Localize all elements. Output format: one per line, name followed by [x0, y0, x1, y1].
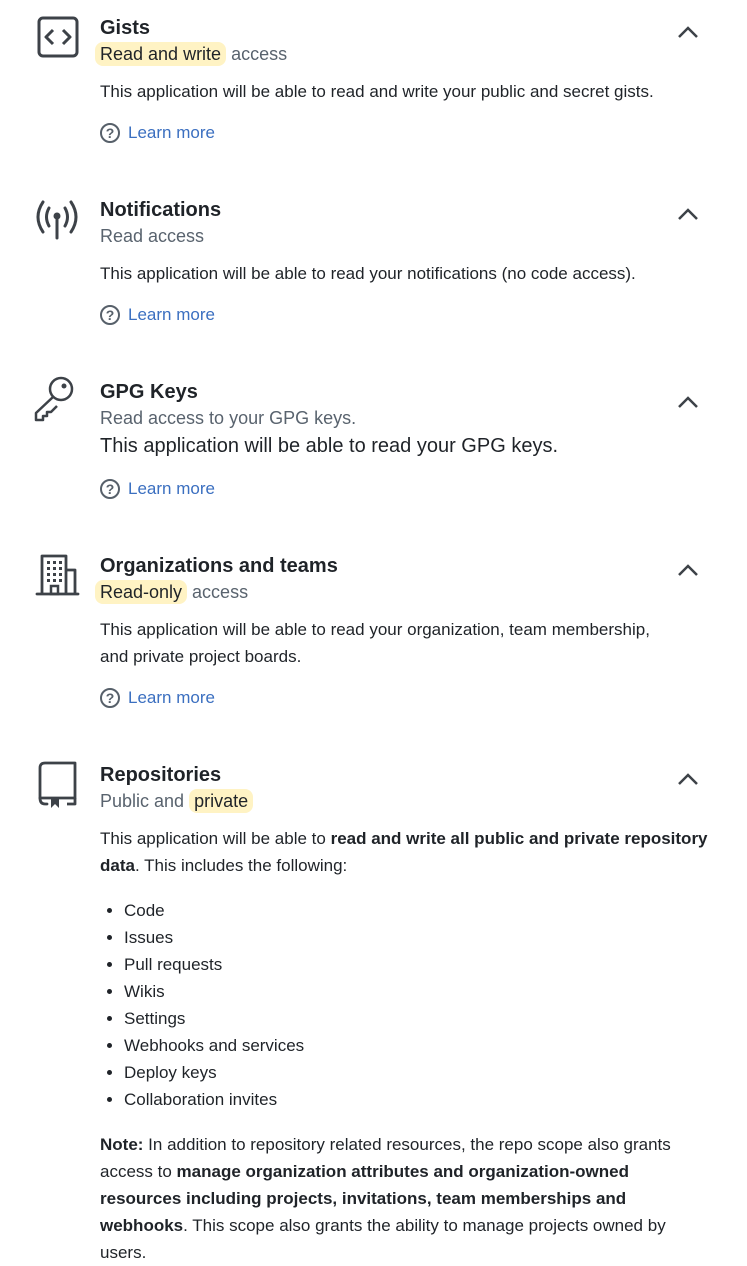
chevron-up-icon[interactable]	[674, 204, 702, 224]
gists-description: This application will be able to read an…	[100, 82, 654, 101]
gpg-access: Read access to your GPG keys.	[100, 408, 357, 428]
orgs-description-line1: This application will be able to read yo…	[100, 620, 650, 639]
gists-title: Gists	[100, 17, 151, 39]
repos-description-pre: This application will be able to	[100, 829, 331, 848]
list-item: Code	[124, 897, 304, 924]
orgs-access: Read-only access	[95, 579, 249, 605]
gists-access-highlight: Read and write	[95, 42, 227, 66]
chevron-up-icon[interactable]	[674, 560, 702, 580]
orgs-access-highlight: Read-only	[95, 580, 188, 604]
gpg-description: This application will be able to read yo…	[100, 435, 558, 457]
orgs-learn-more-link[interactable]: ? Learn more	[100, 685, 215, 711]
list-item: Webhooks and services	[124, 1032, 304, 1059]
gists-access: Read and write access	[95, 41, 288, 67]
question-icon: ?	[100, 688, 120, 708]
list-item: Collaboration invites	[124, 1086, 304, 1113]
learn-more-text: Learn more	[128, 479, 215, 498]
chevron-up-icon[interactable]	[674, 22, 702, 42]
learn-more-text: Learn more	[128, 305, 215, 324]
repos-title: Repositories	[100, 764, 222, 786]
list-item: Wikis	[124, 978, 304, 1005]
orgs-description-line2: and private project boards.	[100, 647, 302, 666]
repos-note-label: Note:	[100, 1135, 144, 1154]
gpg-learn-more-link[interactable]: ? Learn more	[100, 476, 215, 502]
code-square-icon	[37, 16, 79, 58]
repos-access-prefix: Public and	[100, 791, 190, 811]
orgs-title: Organizations and teams	[100, 555, 338, 577]
chevron-up-icon[interactable]	[674, 769, 702, 789]
learn-more-text: Learn more	[128, 123, 215, 142]
notifications-description: This application will be able to read yo…	[100, 264, 636, 283]
repos-note: Note: In addition to repository related …	[100, 1131, 710, 1266]
repos-access: Public and private	[100, 788, 254, 814]
repo-icon	[38, 761, 77, 808]
organization-icon	[35, 554, 80, 596]
repos-access-highlight: private	[189, 789, 254, 813]
gists-access-rest: access	[226, 44, 288, 64]
notifications-learn-more-link[interactable]: ? Learn more	[100, 302, 215, 328]
list-item: Deploy keys	[124, 1059, 304, 1086]
key-icon	[34, 376, 74, 422]
orgs-access-rest: access	[187, 582, 249, 602]
question-icon: ?	[100, 479, 120, 499]
orgs-description: This application will be able to read yo…	[100, 616, 720, 670]
gpg-title: GPG Keys	[100, 381, 198, 403]
repos-note-text2: . This scope also grants the ability to …	[100, 1216, 666, 1262]
repos-permission-list: Code Issues Pull requests Wikis Settings…	[100, 897, 304, 1113]
learn-more-text: Learn more	[128, 688, 215, 707]
broadcast-icon	[36, 200, 78, 240]
repos-description: This application will be able to read an…	[100, 825, 720, 879]
notifications-title: Notifications	[100, 199, 222, 221]
list-item: Issues	[124, 924, 304, 951]
list-item: Settings	[124, 1005, 304, 1032]
chevron-up-icon[interactable]	[674, 392, 702, 412]
question-icon: ?	[100, 305, 120, 325]
repos-description-post: . This includes the following:	[134, 856, 348, 875]
gists-learn-more-link[interactable]: ? Learn more	[100, 120, 215, 146]
question-icon: ?	[100, 123, 120, 143]
notifications-access: Read access	[100, 226, 205, 246]
list-item: Pull requests	[124, 951, 304, 978]
